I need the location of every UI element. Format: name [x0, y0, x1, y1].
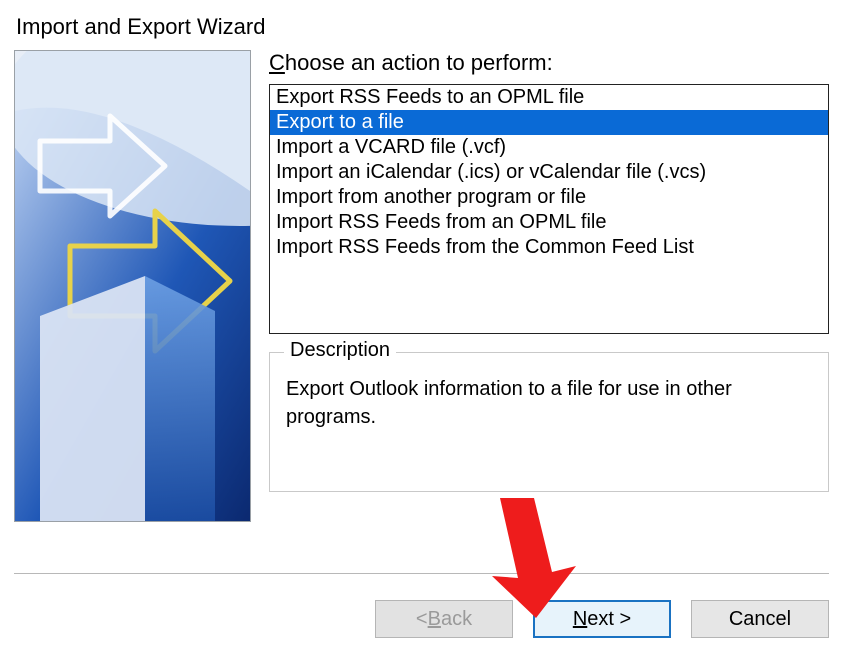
- dialog-content: Choose an action to perform: Export RSS …: [14, 50, 829, 522]
- wizard-right-panel: Choose an action to perform: Export RSS …: [269, 50, 829, 522]
- action-option[interactable]: Import an iCalendar (.ics) or vCalendar …: [270, 160, 828, 185]
- back-button-mnemonic: B: [428, 608, 441, 631]
- wizard-banner-svg: [15, 51, 250, 521]
- action-option[interactable]: Import RSS Feeds from the Common Feed Li…: [270, 235, 828, 260]
- back-button-post: ack: [441, 608, 472, 631]
- button-row: < Back Next > Cancel: [375, 600, 829, 638]
- separator-line: [14, 573, 829, 574]
- action-option[interactable]: Export RSS Feeds to an OPML file: [270, 85, 828, 110]
- action-option[interactable]: Import a VCARD file (.vcf): [270, 135, 828, 160]
- description-legend: Description: [284, 339, 396, 362]
- cancel-button-label: Cancel: [729, 608, 791, 631]
- choose-action-mnemonic: C: [269, 50, 285, 75]
- action-listbox[interactable]: Export RSS Feeds to an OPML fileExport t…: [269, 84, 829, 334]
- action-option[interactable]: Export to a file: [270, 110, 828, 135]
- cancel-button[interactable]: Cancel: [691, 600, 829, 638]
- back-button: < Back: [375, 600, 513, 638]
- dialog-title: Import and Export Wizard: [16, 14, 829, 40]
- back-button-pre: <: [416, 608, 428, 631]
- choose-action-text: hoose an action to perform:: [285, 50, 553, 75]
- next-button[interactable]: Next >: [533, 600, 671, 638]
- action-option[interactable]: Import RSS Feeds from an OPML file: [270, 210, 828, 235]
- description-groupbox: Description Export Outlook information t…: [269, 352, 829, 492]
- next-button-mnemonic: N: [573, 608, 587, 631]
- import-export-wizard-dialog: Import and Export Wizard: [0, 0, 843, 652]
- wizard-banner-image: [14, 50, 251, 522]
- description-text: Export Outlook information to a file for…: [286, 365, 812, 431]
- choose-action-label: Choose an action to perform:: [269, 50, 829, 76]
- action-option[interactable]: Import from another program or file: [270, 185, 828, 210]
- next-button-post: ext >: [587, 608, 631, 631]
